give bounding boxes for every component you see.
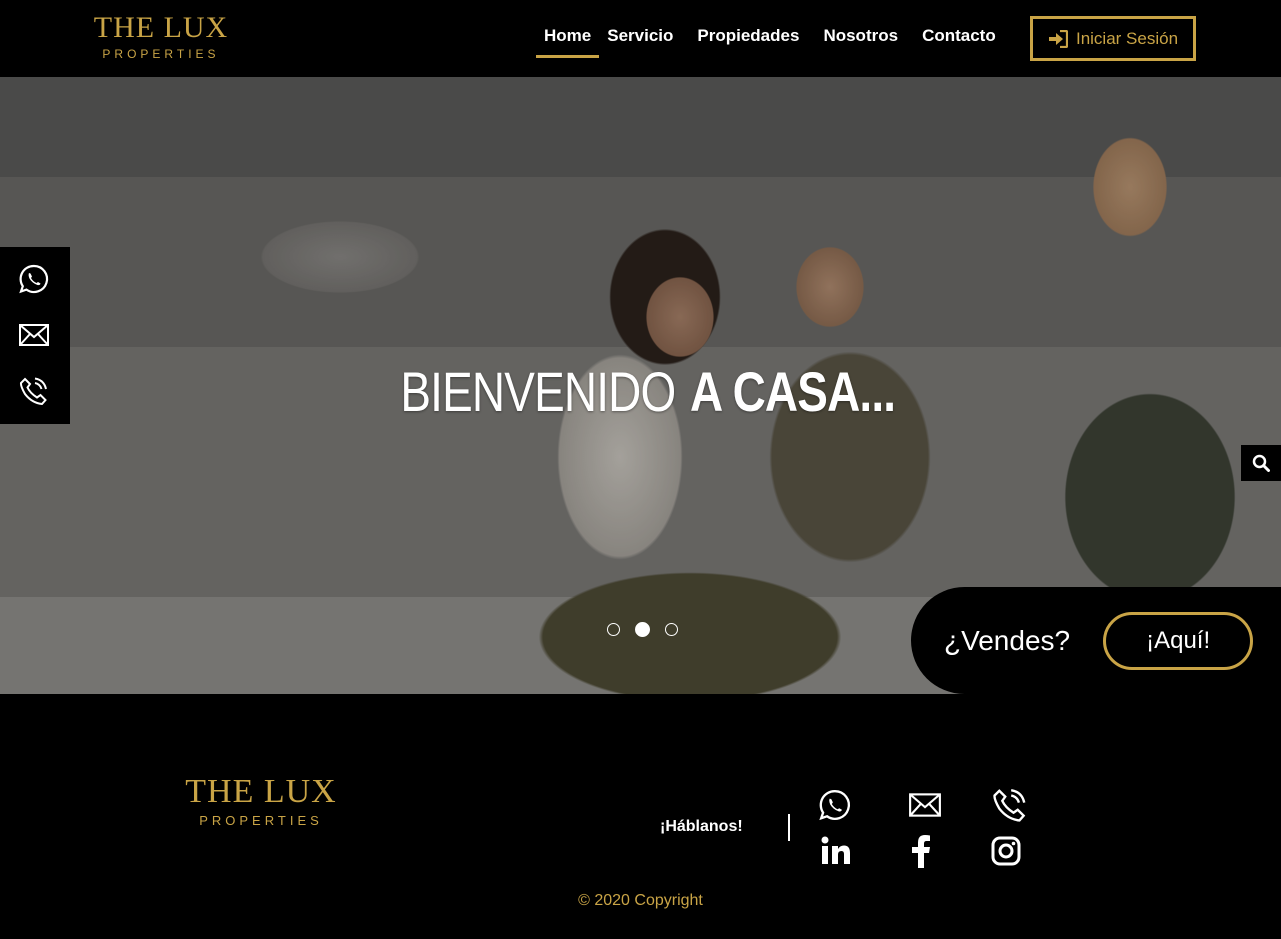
footer-divider <box>788 814 790 841</box>
mail-icon[interactable] <box>18 319 50 351</box>
phone-icon[interactable] <box>991 786 1029 824</box>
slider-dot-3[interactable] <box>665 623 678 636</box>
nav-contacto[interactable]: Contacto <box>922 26 996 55</box>
footer-logo-sub: PROPERTIES <box>199 813 323 828</box>
slider-dot-2[interactable] <box>635 622 650 637</box>
linkedin-icon[interactable] <box>821 836 851 866</box>
hero-title-bold: A CASA... <box>690 360 896 423</box>
hero-slider: BIENVENIDO A CASA... ¿Vendes? ¡Aquí! <box>0 77 1281 694</box>
sign-in-icon <box>1048 29 1068 48</box>
nav-servicio[interactable]: Servicio <box>607 26 673 55</box>
logo-brand: THE LUX <box>93 11 229 44</box>
whatsapp-icon[interactable] <box>818 788 852 822</box>
footer-logo[interactable]: THE LUX PROPERTIES <box>172 774 350 829</box>
slider-dot-1[interactable] <box>607 623 620 636</box>
site-header: THE LUX PROPERTIES Home Servicio Propied… <box>0 0 1281 77</box>
side-contact-bar <box>0 247 70 424</box>
footer-logo-brand: THE LUX <box>185 773 337 810</box>
instagram-icon[interactable] <box>991 836 1021 866</box>
main-nav: Home Servicio Propiedades Nosotros Conta… <box>535 26 1020 58</box>
search-icon <box>1252 454 1270 472</box>
login-label: Iniciar Sesión <box>1075 28 1179 48</box>
slider-dots <box>607 622 693 637</box>
mail-icon[interactable] <box>906 788 944 822</box>
site-footer: THE LUX PROPERTIES ¡Háblanos! © 2020 Cop… <box>0 694 1281 939</box>
nav-propiedades[interactable]: Propiedades <box>697 26 799 55</box>
facebook-icon[interactable] <box>909 834 933 868</box>
nav-home[interactable]: Home <box>535 26 600 58</box>
whatsapp-icon[interactable] <box>18 263 50 295</box>
search-button[interactable] <box>1241 445 1281 481</box>
login-button[interactable]: Iniciar Sesión <box>1030 16 1196 61</box>
logo-sub: PROPERTIES <box>102 47 220 61</box>
header-logo[interactable]: THE LUX PROPERTIES <box>86 12 236 62</box>
copyright: © 2020 Copyright <box>578 892 703 909</box>
sell-callout: ¿Vendes? ¡Aquí! <box>911 587 1281 694</box>
hero-title: BIENVENIDO A CASA... <box>0 359 1281 424</box>
nav-nosotros[interactable]: Nosotros <box>823 26 898 55</box>
talk-label: ¡Háblanos! <box>660 818 743 835</box>
hero-title-light: BIENVENIDO <box>400 360 677 423</box>
sell-label: ¿Vendes? <box>944 624 1071 656</box>
phone-icon[interactable] <box>18 375 50 407</box>
sell-here-button[interactable]: ¡Aquí! <box>1103 611 1254 670</box>
